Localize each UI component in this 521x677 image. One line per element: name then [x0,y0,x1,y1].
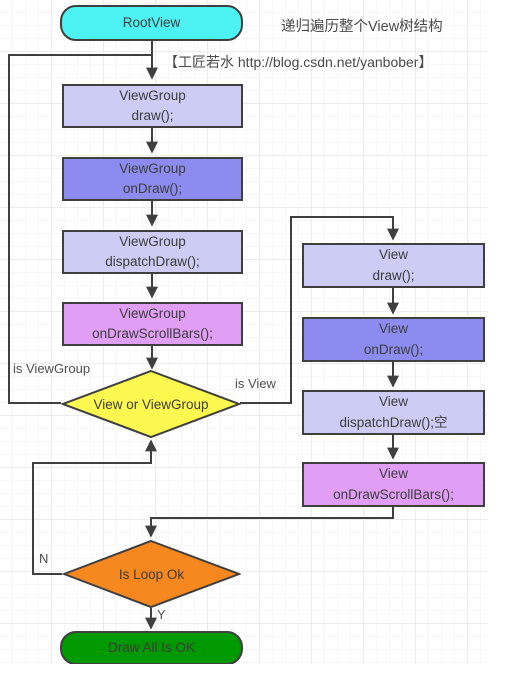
node-view-ondraw[interactable]: View onDraw(); [302,317,485,362]
node-viewgroup-ondraw-line2: onDraw(); [122,181,183,196]
node-decision-view-or-viewgroup-label: View or ViewGroup [93,396,209,412]
node-viewgroup-ondraw-line1: ViewGroup [119,160,186,176]
node-root-view-label: RootView [122,14,181,30]
edge-label-loop-yes: Y [157,607,166,622]
node-viewgroup-dispatchdraw-line2: dispatchDraw(); [105,254,200,269]
node-viewgroup-dispatchdraw-line1: ViewGroup [119,233,186,249]
node-view-draw-line2: draw(); [372,267,415,283]
node-view-dispatchdraw[interactable]: View dispatchDraw();空 [302,390,485,435]
edge-vscrollbars-to-loop [145,506,394,538]
node-view-dispatchdraw-line2: dispatchDraw();空 [339,414,448,430]
node-viewgroup-draw-line1: ViewGroup [119,87,186,103]
node-viewgroup-dispatchdraw[interactable]: ViewGroup dispatchDraw(); [62,230,243,274]
grid-edge-mask-bottom [0,664,521,677]
node-viewgroup-ondrawscrollbars-line1: ViewGroup [119,305,186,321]
node-viewgroup-draw[interactable]: ViewGroup draw(); [62,84,243,128]
flowchart-canvas: RootView ViewGroup draw(); ViewGroup onD… [0,0,521,677]
node-view-ondraw-line1: View [378,321,409,337]
node-view-draw[interactable]: View draw(); [302,243,485,288]
edge-label-loop-no: N [39,551,49,566]
note-diagram-title: 递归遍历整个View树结构 [281,19,443,35]
note-author-credit: 【工匠若水 http://blog.csdn.net/yanbober】 [164,54,433,70]
node-viewgroup-ondrawscrollbars-line2: onDrawScrollBars(); [92,326,213,341]
node-view-dispatchdraw-line1: View [378,394,409,410]
edge-label-is-viewgroup: is ViewGroup [13,361,91,376]
node-view-ondrawscrollbars[interactable]: View onDrawScrollBars(); [302,462,485,507]
grid-edge-mask-right [487,0,521,677]
node-root-view[interactable]: RootView [60,5,243,41]
node-view-ondrawscrollbars-line1: View [378,466,409,482]
node-terminal-draw-all-is-ok[interactable]: Draw All Is OK [60,631,243,665]
node-viewgroup-ondrawscrollbars[interactable]: ViewGroup onDrawScrollBars(); [62,302,243,346]
node-viewgroup-draw-line2: draw(); [131,108,174,123]
node-decision-is-loop-ok-label: Is Loop Ok [118,566,185,582]
node-viewgroup-ondraw[interactable]: ViewGroup onDraw(); [62,157,243,201]
node-terminal-draw-all-is-ok-label: Draw All Is OK [107,639,196,655]
node-decision-view-or-viewgroup[interactable]: View or ViewGroup [61,369,241,439]
edge-label-is-view: is View [235,376,276,391]
node-view-ondrawscrollbars-line2: onDrawScrollBars(); [333,486,454,502]
node-view-ondraw-line2: onDraw(); [363,341,424,357]
node-decision-is-loop-ok[interactable]: Is Loop Ok [62,539,241,609]
node-view-draw-line1: View [378,247,409,263]
